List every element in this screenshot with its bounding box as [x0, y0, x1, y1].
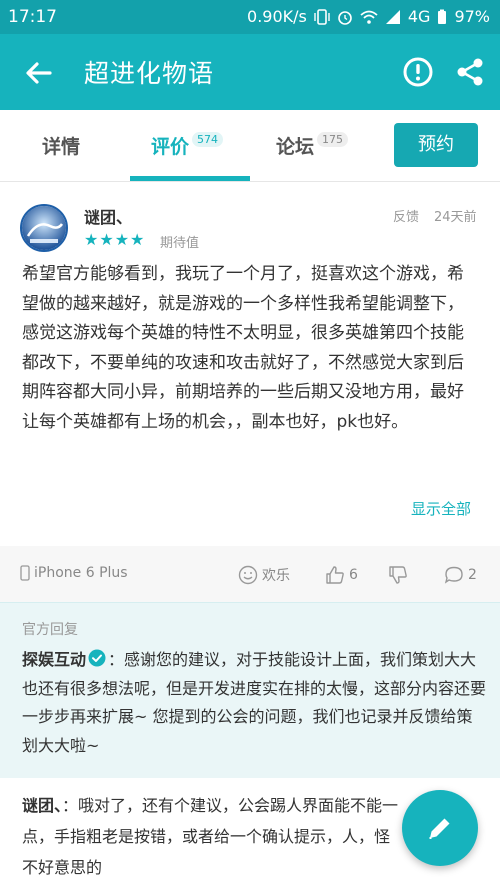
- app-bar: 超进化物语: [0, 34, 500, 110]
- text-fade: [0, 424, 500, 474]
- device-info: iPhone 6 Plus: [20, 565, 128, 581]
- rating-stars: ★★★★: [84, 230, 146, 249]
- reply-content: ：哦对了，还有个建议，公会踢人界面能不能一点，手指粗老是按错，或者给一个确认提示…: [22, 796, 399, 877]
- network-type: 4G: [407, 7, 431, 26]
- alert-icon[interactable]: [402, 56, 434, 88]
- rating-label: 期待值: [160, 236, 200, 251]
- verified-icon: [88, 649, 106, 667]
- user-reply-text: 谜团、：哦对了，还有个建议，公会踢人界面能不能一点，手指粗老是按错，或者给一个确…: [22, 790, 402, 883]
- official-reply: 官方回复 探娱互动 ：感谢您的建议，对于技能设计上面，我们策划大大也还有很多想法呢…: [0, 602, 500, 778]
- like-button[interactable]: 6: [325, 565, 358, 585]
- tab-forum[interactable]: 论坛 175: [276, 132, 349, 159]
- mood-label: 欢乐: [262, 568, 290, 584]
- tab-forum-count: 175: [317, 132, 349, 147]
- comment-button[interactable]: 2: [444, 565, 477, 585]
- signal-icon: [385, 9, 400, 24]
- official-reply-label: 官方回复: [22, 622, 78, 638]
- smile-icon: [238, 565, 258, 585]
- status-time: 17:17: [8, 7, 57, 27]
- avatar[interactable]: [20, 204, 68, 252]
- device-name: iPhone 6 Plus: [34, 565, 128, 581]
- alarm-icon: [338, 10, 352, 25]
- tab-indicator: [130, 176, 250, 181]
- tab-details-label: 详情: [42, 136, 81, 158]
- tab-reviews-label: 评价: [151, 136, 190, 158]
- mood-button[interactable]: 欢乐: [238, 565, 290, 585]
- comment-count: 2: [468, 567, 477, 583]
- status-bar: 17:17 0.90K/s 4G 97%: [0, 0, 500, 34]
- review-time: 24天前: [434, 210, 477, 225]
- back-arrow-icon[interactable]: [22, 56, 56, 90]
- avatar-image: [22, 206, 66, 250]
- reserve-button[interactable]: 预约: [394, 123, 478, 167]
- page-title: 超进化物语: [84, 59, 215, 88]
- review-body: 希望官方能够看到，我玩了一个月了，挺喜欢这个游戏，希望做的越来越好，就是游戏的一…: [22, 264, 464, 432]
- comment-icon: [444, 566, 463, 584]
- review-card: 谜团、 ★★★★ 期待值 反馈 24天前 希望官方能够看到，我玩了一个月了，挺喜…: [0, 184, 500, 546]
- battery-icon: [438, 9, 447, 24]
- official-author[interactable]: 探娱互动: [22, 650, 86, 669]
- pencil-icon: [429, 818, 450, 839]
- thumbs-down-icon: [389, 566, 407, 584]
- battery-level: 97%: [454, 7, 490, 26]
- tab-details[interactable]: 详情: [42, 132, 80, 159]
- official-reply-text: 探娱互动 ：感谢您的建议，对于技能设计上面，我们策划大大也还有很多想法呢，但是开发…: [22, 646, 486, 760]
- status-icons: 0.90K/s 4G 97%: [247, 7, 490, 26]
- thumbs-up-icon: [326, 566, 344, 584]
- review-username[interactable]: 谜团、: [84, 204, 132, 228]
- tab-reviews-count: 574: [192, 132, 224, 147]
- share-icon[interactable]: [454, 56, 486, 88]
- tab-forum-label: 论坛: [276, 136, 315, 158]
- network-speed: 0.90K/s: [247, 7, 307, 26]
- feedback-link[interactable]: 反馈: [393, 206, 419, 225]
- show-all-link[interactable]: 显示全部: [411, 498, 471, 519]
- tab-reviews[interactable]: 评价 574: [151, 132, 224, 159]
- phone-icon: [20, 565, 30, 581]
- reply-author[interactable]: 谜团、: [22, 796, 62, 815]
- review-meta-bar: iPhone 6 Plus 欢乐 6 2: [0, 546, 500, 602]
- vibrate-icon: [314, 8, 330, 25]
- dislike-button[interactable]: [388, 565, 408, 585]
- write-review-button[interactable]: [402, 790, 478, 866]
- wifi-icon: [360, 10, 378, 24]
- like-count: 6: [349, 567, 358, 583]
